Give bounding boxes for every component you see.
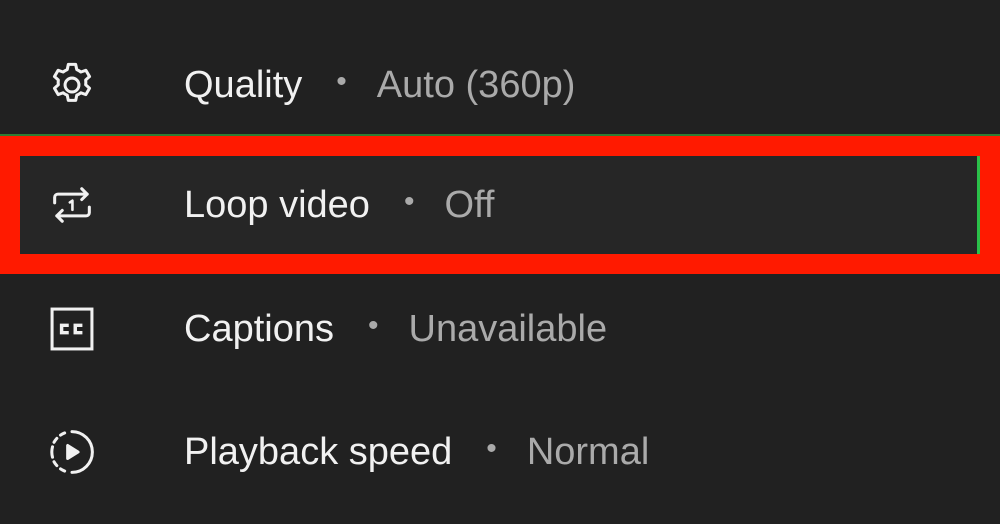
- gear-icon: [46, 59, 98, 111]
- menu-item-label: Quality: [184, 64, 303, 106]
- settings-menu: Quality • Auto (360p) Loop video • Off C…: [0, 0, 1000, 524]
- menu-item-loop-video[interactable]: Loop video • Off: [0, 136, 1000, 274]
- menu-item-value: Normal: [526, 431, 650, 473]
- menu-item-captions[interactable]: Captions • Unavailable: [0, 274, 1000, 384]
- menu-item-value: Auto (360p): [376, 64, 576, 106]
- separator-dot: •: [367, 309, 379, 342]
- menu-item-value: Off: [444, 184, 495, 226]
- menu-item-label: Captions: [184, 308, 334, 350]
- closed-captions-icon: [46, 303, 98, 355]
- menu-item-quality[interactable]: Quality • Auto (360p): [0, 30, 1000, 140]
- menu-item-label: Playback speed: [184, 431, 453, 473]
- playback-speed-icon: [46, 426, 98, 478]
- separator-dot: •: [403, 185, 415, 218]
- menu-item-playback-speed[interactable]: Playback speed • Normal: [0, 396, 1000, 508]
- menu-item-label: Loop video: [184, 184, 370, 226]
- separator-dot: •: [486, 432, 497, 465]
- separator-dot: •: [336, 65, 347, 98]
- loop-one-icon: [46, 179, 98, 231]
- menu-item-value: Unavailable: [408, 308, 608, 350]
